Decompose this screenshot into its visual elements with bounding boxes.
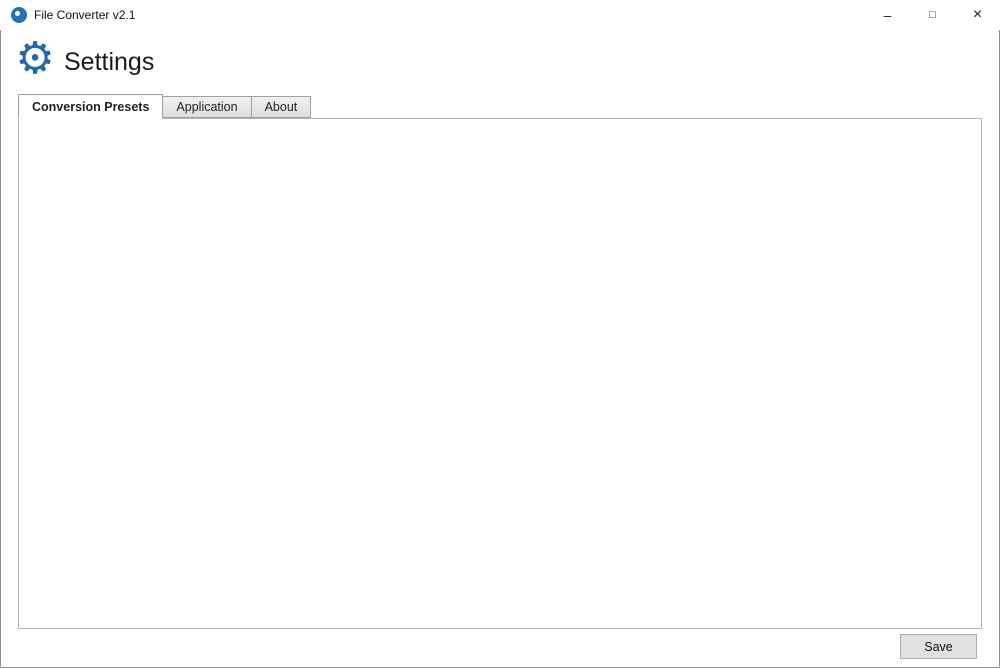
maximize-button[interactable]: □	[910, 0, 955, 30]
titlebar: File Converter v2.1 – □ ×	[0, 0, 1000, 30]
page-title: Settings	[64, 48, 154, 77]
window-title: File Converter v2.1	[34, 8, 135, 22]
close-button[interactable]: ×	[955, 0, 1000, 30]
tab-bar: Conversion Presets Application About	[18, 94, 310, 118]
save-button[interactable]: Save	[900, 634, 977, 659]
minimize-button[interactable]: –	[865, 0, 910, 30]
settings-gear-icon: ⚙	[10, 34, 60, 84]
file-converter-window: File Converter v2.1 – □ × ⚙ Settings Con…	[0, 0, 1000, 668]
tab-conversion-presets[interactable]: Conversion Presets	[18, 94, 163, 119]
app-icon	[11, 7, 27, 23]
settings-content	[18, 118, 982, 629]
tab-about[interactable]: About	[251, 96, 312, 118]
tab-application[interactable]: Application	[162, 96, 251, 118]
